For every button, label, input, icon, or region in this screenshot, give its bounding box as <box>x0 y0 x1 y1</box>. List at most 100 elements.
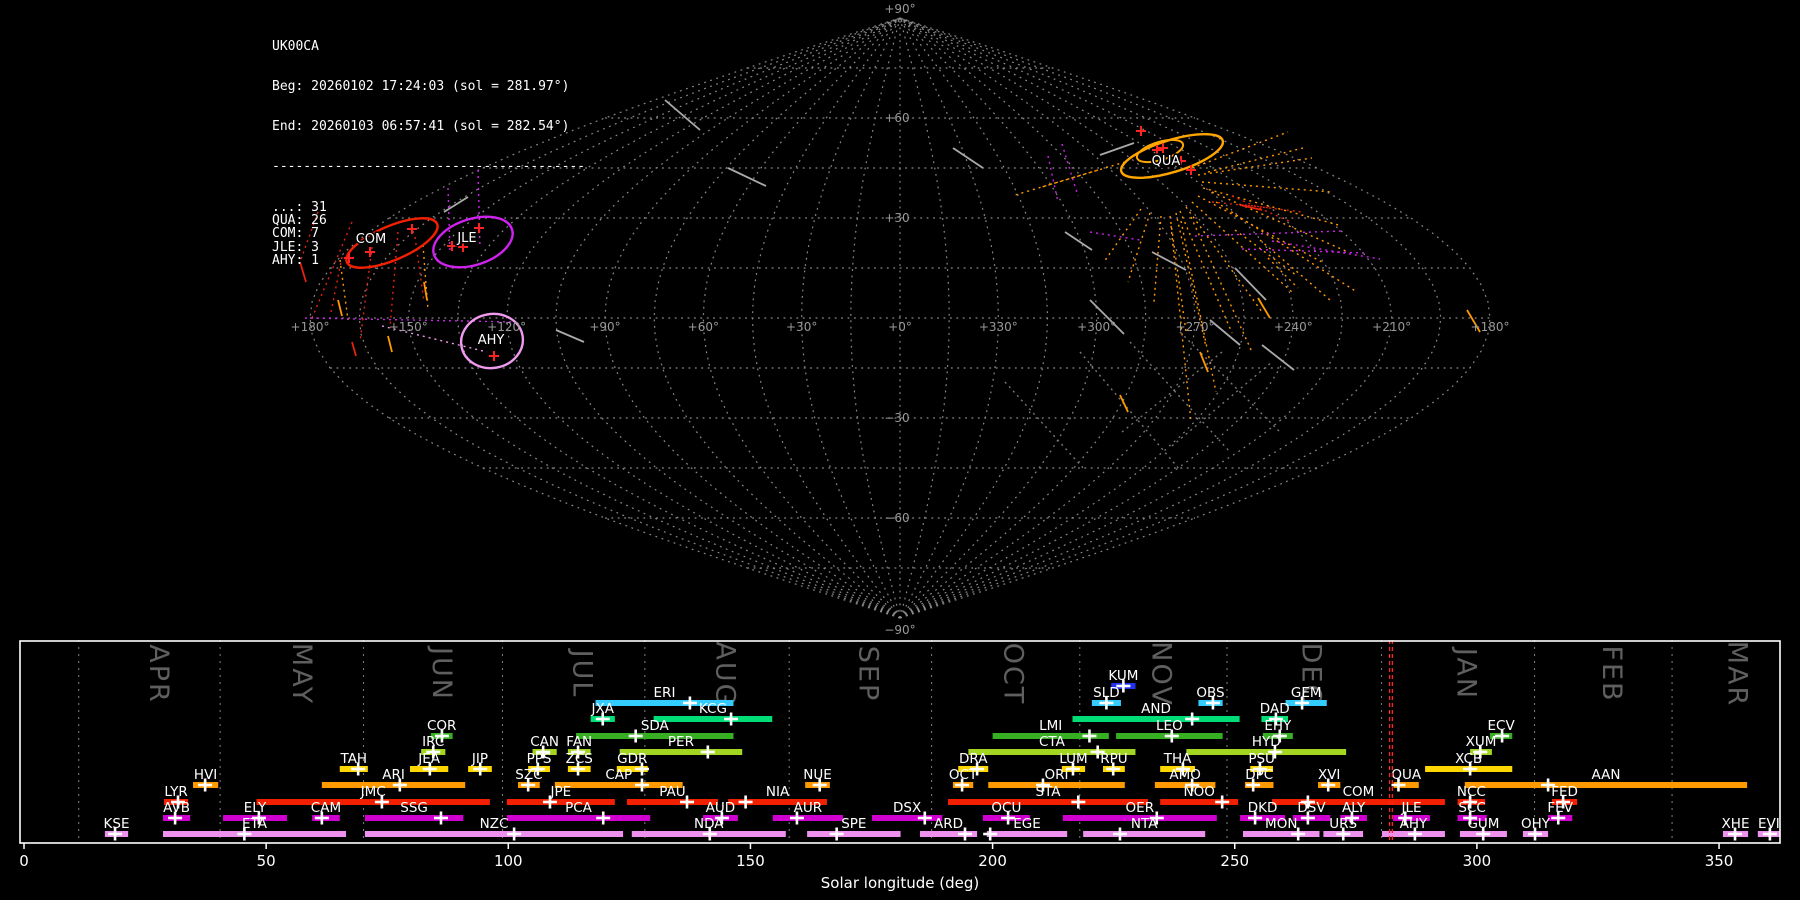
shower-bar-DSV: DSV <box>1292 800 1331 825</box>
lon-label: +180° <box>291 320 330 334</box>
lon-label: +330° <box>979 320 1018 334</box>
shower-code-label: COR <box>427 718 456 734</box>
shower-code-label: MON <box>1265 816 1297 832</box>
month-label-JUN: JUN <box>426 645 457 701</box>
shower-code-label: KSE <box>104 816 130 832</box>
shower-code-label: CAN <box>530 734 559 750</box>
shower-count: COM: 7 <box>272 226 319 242</box>
meteor-gray <box>1261 344 1295 371</box>
lat-label: −60 <box>884 511 909 525</box>
trail-magenta <box>1061 143 1079 197</box>
shower-code-label: IRC <box>422 734 444 750</box>
month-label-MAR: MAR <box>1722 641 1753 708</box>
shower-code-label: ALY <box>1342 800 1366 816</box>
meteor-gray <box>952 147 984 169</box>
month-label-FEB: FEB <box>1596 645 1627 702</box>
shower-code-label: FEV <box>1547 800 1573 816</box>
shower-bar-NDA: NDA <box>631 816 786 841</box>
shower-code-label: DKD <box>1248 800 1278 816</box>
trail-orange <box>1127 212 1151 283</box>
shower-code-label: JIP <box>471 751 488 767</box>
shower-code-label: CAP <box>605 767 632 783</box>
shower-code-label: NZC <box>480 816 509 832</box>
shower-bar-URS: URS <box>1323 816 1364 841</box>
lon-label: +270° <box>1176 320 1215 334</box>
meteor-orange <box>1257 297 1271 319</box>
shower-rows: KUM ERI SLD OBS GEM JXA KCG AND DAD COR SDA LMI LEO E… <box>104 668 1780 841</box>
shower-code-label: GDR <box>617 751 647 767</box>
trail-orange <box>1179 210 1233 334</box>
meteor-gray <box>1151 251 1187 271</box>
shower-bar-KSE: KSE <box>104 816 130 841</box>
shower-code-label: SCC <box>1458 800 1485 816</box>
lon-label: +90° <box>589 320 620 334</box>
shower-code-label: XCB <box>1455 751 1482 767</box>
trail-gray <box>1079 351 1181 471</box>
shower-code-label: DRA <box>959 751 988 767</box>
shower-bar-NUE: NUE <box>803 767 832 792</box>
shower-bar-XHE: XHE <box>1722 816 1749 841</box>
shower-code-label: ARD <box>934 816 963 832</box>
shower-bar-OBS: OBS <box>1196 685 1225 710</box>
month-label-JUL: JUL <box>567 648 598 699</box>
shower-code-label: PSU <box>1248 751 1275 767</box>
shower-bar-ZCS: ZCS <box>566 751 593 776</box>
shower-code-label: TAH <box>340 751 368 767</box>
axis-tick-label: 200 <box>978 852 1007 870</box>
shower-bar-FEV: FEV <box>1547 800 1574 825</box>
shower-bar-XCB: XCB <box>1425 751 1513 776</box>
shower-bar-JIP: JIP <box>468 751 492 776</box>
shower-bar-CAM: CAM <box>311 800 341 825</box>
month-label-APR: APR <box>143 644 174 704</box>
shower-bar-SZC: SZC <box>515 767 543 792</box>
radiant-QUA: QUA <box>1119 126 1225 179</box>
shower-bar-GUM: GUM <box>1459 816 1507 841</box>
shower-code-label: GEM <box>1291 685 1322 701</box>
axis-tick-label: 150 <box>736 852 765 870</box>
trail-orange <box>1041 161 1126 188</box>
meteor-orange <box>1199 351 1209 373</box>
meteor-orange <box>423 281 428 301</box>
lon-label: +300° <box>1077 320 1116 334</box>
shower-code-label: XVI <box>1318 767 1340 783</box>
shower-count: QUA: 26 <box>272 213 327 229</box>
meridian-line <box>751 17 901 619</box>
shower-code-label: AND <box>1141 701 1171 717</box>
x-axis-title: Solar longitude (deg) <box>821 874 979 892</box>
month-label-JAN: JAN <box>1451 646 1482 700</box>
shower-code-label: COM <box>1343 784 1375 800</box>
lon-label: +180° <box>1471 320 1510 334</box>
shower-code-label: HYD <box>1252 734 1281 750</box>
shower-code-label: SPE <box>841 816 866 832</box>
axis-tick-label: 50 <box>257 852 276 870</box>
shower-code-label: ETA <box>242 816 268 832</box>
shower-bar-XVI: XVI <box>1318 767 1340 792</box>
shower-count: JLE: 3 <box>272 239 319 255</box>
shower-bar-RPU: RPU <box>1100 751 1128 776</box>
shower-code-label: XUM <box>1466 734 1497 750</box>
sky-map: QUACOM JLEAHY+180° +150° +120° +90° +60° +30° +… <box>291 2 1510 637</box>
divider-line: ---------------------------------------- <box>272 159 586 175</box>
lat-label: +60 <box>884 111 909 125</box>
shower-code-label: PER <box>668 734 694 750</box>
axis-tick-label: 350 <box>1705 852 1734 870</box>
shower-code-label: PAU <box>659 784 685 800</box>
shower-code-label: DSV <box>1297 800 1326 816</box>
shower-code-label: OCT <box>949 767 978 783</box>
axis-tick-label: 0 <box>19 852 29 870</box>
shower-code-label: HVI <box>194 767 217 783</box>
shower-code-label: KCG <box>699 701 727 717</box>
shower-code-label: AMO <box>1169 767 1201 783</box>
meteor-orange <box>387 335 393 353</box>
x-axis: 0 50 100 150 200 250 300 350 Solar longitude (de… <box>19 843 1733 892</box>
axis-tick-label: 100 <box>494 852 523 870</box>
trail-orange <box>1202 187 1343 227</box>
shower-code-label: JEA <box>417 751 441 767</box>
shower-code-label: THA <box>1163 751 1192 767</box>
trail-orange <box>1153 215 1162 303</box>
south-pole-label: −90° <box>884 623 915 637</box>
meteor-gray <box>664 99 701 131</box>
trail-gray <box>1004 381 1086 471</box>
shower-code-label: SLD <box>1093 685 1120 701</box>
shower-code-label: SDA <box>641 718 670 734</box>
